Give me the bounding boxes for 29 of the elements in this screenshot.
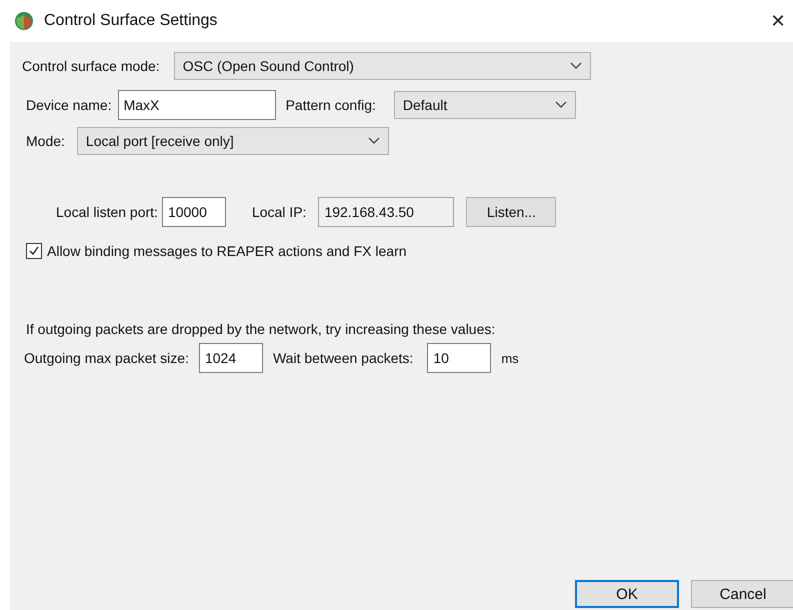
field-label: Mode:	[26, 133, 65, 149]
chevron-down-icon	[554, 101, 567, 109]
field-label: Local listen port:	[56, 204, 158, 220]
mode-dropdown[interactable]: OSC (Open Sound Control)	[174, 52, 591, 80]
port-field[interactable]: 10000	[162, 197, 226, 227]
field-label: Pattern config:	[286, 97, 376, 113]
unit-label: ms	[501, 350, 519, 366]
wait-field[interactable]: 10	[427, 343, 492, 373]
chevron-down-icon	[368, 137, 380, 145]
chevron-down-icon	[570, 62, 582, 70]
field-label: Device name:	[26, 97, 112, 113]
window-title: Control Surface Settings	[44, 12, 218, 30]
pattern-dropdown[interactable]: Default	[394, 91, 576, 119]
field-label: Control surface mode:	[22, 58, 160, 74]
mode-dropdown[interactable]: Local port [receive only]	[76, 127, 389, 155]
app-logo-icon	[14, 11, 34, 31]
hint-text: If outgoing packets are dropped by the network, try increasing these values:	[26, 321, 496, 337]
listen-button[interactable]: Listen...	[466, 197, 556, 227]
ok-button[interactable]: OK	[575, 580, 679, 608]
packet-size-field[interactable]: 1024	[198, 343, 263, 373]
cancel-button[interactable]: Cancel	[691, 580, 793, 608]
field-label: Wait between packets:	[272, 350, 414, 366]
field-label: Outgoing max packet size:	[24, 350, 189, 366]
device-name-field[interactable]: MaxX	[118, 90, 276, 120]
close-button[interactable]: ✕	[763, 6, 793, 36]
checkmark-icon	[28, 245, 40, 257]
checkbox-label: Allow binding messages to REAPER actions and FX learn	[47, 243, 407, 259]
field-label: Local IP:	[252, 204, 306, 220]
checkbox[interactable]	[26, 243, 42, 259]
